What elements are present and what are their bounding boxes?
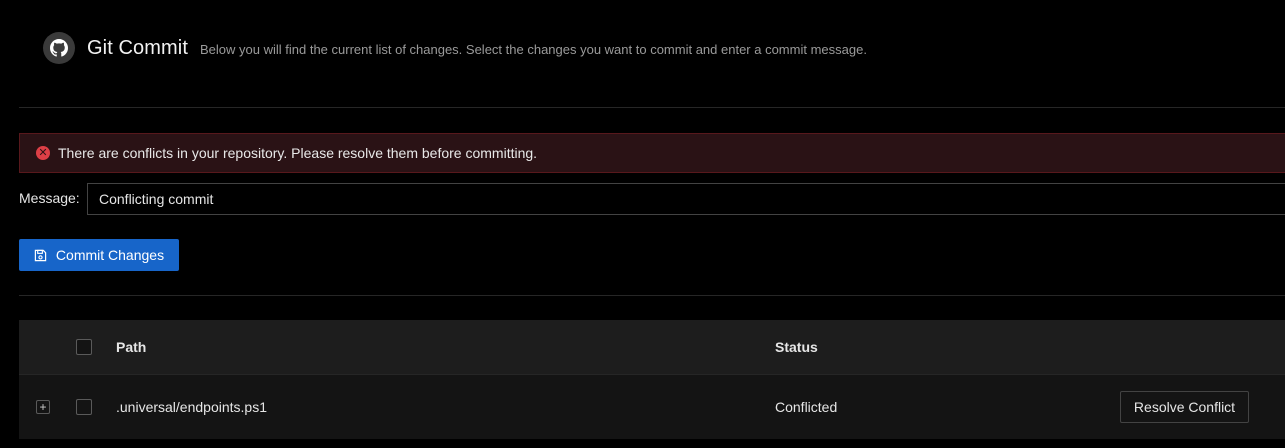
row-path: .universal/endpoints.ps1 [116, 399, 267, 415]
select-all-checkbox[interactable] [76, 339, 92, 355]
save-icon [34, 249, 47, 261]
header-divider [19, 107, 1285, 108]
page-header: Git Commit Below you will find the curre… [43, 32, 867, 64]
row-checkbox[interactable] [76, 399, 92, 415]
section-divider [19, 295, 1285, 296]
table-header: Path Status [19, 320, 1285, 374]
page-title: Git Commit [87, 36, 188, 59]
close-circle-icon: ✕ [36, 146, 50, 160]
alert-message: There are conflicts in your repository. … [58, 145, 538, 161]
github-icon [43, 32, 75, 64]
column-header-path: Path [116, 339, 147, 355]
expand-row-icon[interactable]: + [36, 400, 50, 414]
column-header-status: Status [775, 339, 818, 355]
message-input[interactable] [87, 183, 1285, 215]
resolve-conflict-button[interactable]: Resolve Conflict [1120, 391, 1249, 423]
commit-changes-label: Commit Changes [55, 247, 165, 263]
row-status: Conflicted [775, 399, 838, 415]
commit-changes-button[interactable]: Commit Changes [19, 239, 179, 271]
table-row: + .universal/endpoints.ps1 Conflicted Re… [19, 374, 1285, 439]
git-commit-page: Git Commit Below you will find the curre… [0, 0, 1285, 448]
conflict-alert: ✕ There are conflicts in your repository… [19, 133, 1285, 173]
message-label: Message: [19, 190, 80, 206]
changes-table: Path Status + .universal/endpoints.ps1 C… [19, 320, 1285, 439]
page-subtitle: Below you will find the current list of … [200, 42, 867, 57]
